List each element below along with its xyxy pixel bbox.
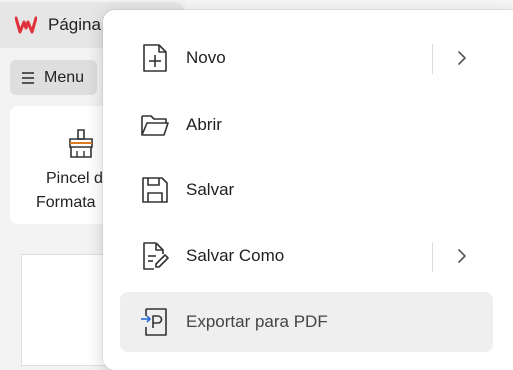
chevron-right-icon[interactable] (455, 49, 469, 67)
menu-button-label: Menu (44, 68, 85, 86)
chevron-right-icon[interactable] (455, 247, 469, 265)
menu-item-open-label: Abrir (186, 115, 222, 134)
menu-item-export-pdf[interactable]: Exportar para PDF (120, 292, 493, 352)
file-menu-dropdown: Novo Abrir Salvar Salvar Como Exportar p… (103, 10, 513, 370)
wps-logo-icon (14, 13, 38, 37)
menu-item-new[interactable]: Novo (120, 28, 493, 88)
menu-item-save-as-label: Salvar Como (186, 246, 285, 265)
submenu-divider (432, 242, 433, 272)
submenu-divider (432, 44, 433, 74)
tab-strip-background (185, 0, 513, 10)
save-as-icon (143, 242, 169, 270)
document-tab-title: Página (48, 15, 101, 34)
format-painter-icon (69, 129, 93, 158)
format-painter-label-line1: Pincel d (46, 170, 103, 187)
hamburger-icon (22, 71, 34, 84)
menu-item-open[interactable]: Abrir (120, 95, 493, 155)
menu-item-save[interactable]: Salvar (120, 160, 493, 220)
save-icon (142, 177, 168, 203)
menu-item-save-as[interactable]: Salvar Como (120, 226, 493, 286)
menu-item-save-label: Salvar (186, 180, 235, 199)
menu-item-new-label: Novo (186, 48, 226, 67)
menu-button[interactable]: Menu (10, 60, 97, 95)
format-painter-label-line2: Formata (36, 194, 96, 211)
folder-open-icon (141, 115, 169, 136)
export-pdf-icon (141, 308, 167, 336)
menu-item-export-pdf-label: Exportar para PDF (186, 312, 328, 331)
new-file-icon (143, 44, 167, 72)
